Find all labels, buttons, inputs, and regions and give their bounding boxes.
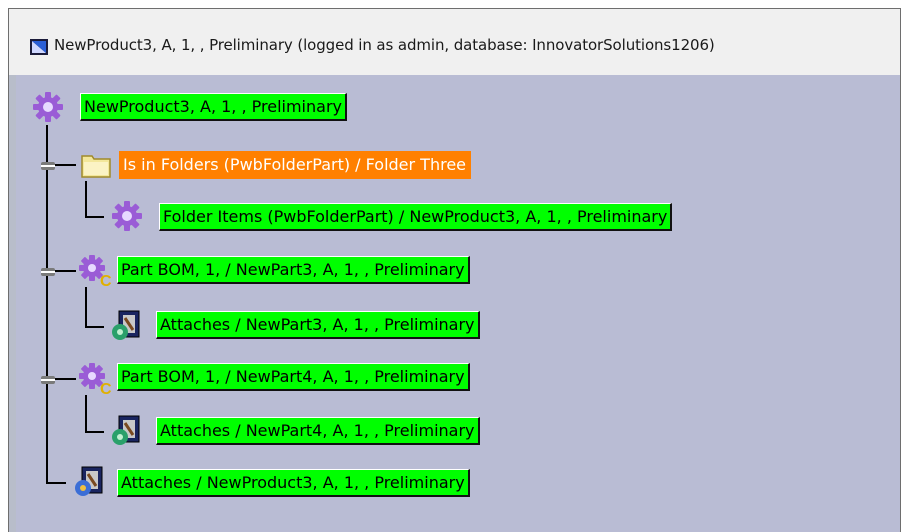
gear-icon xyxy=(112,201,142,231)
folder-icon xyxy=(81,155,111,178)
window-title: NewProduct3, A, 1, , Preliminary (logged… xyxy=(54,36,715,54)
tree-node-attaches-newpart3[interactable]: Attaches / NewPart3, A, 1, , Preliminary xyxy=(156,311,480,339)
tree-node-folder[interactable]: Is in Folders (PwbFolderPart) / Folder T… xyxy=(119,151,472,179)
tree-node-attaches-newproduct3[interactable]: Attaches / NewProduct3, A, 1, , Prelimin… xyxy=(117,469,470,497)
document-icon xyxy=(112,310,140,340)
part-gear-icon: C xyxy=(79,255,112,288)
tree-node-root[interactable]: NewProduct3, A, 1, , Preliminary xyxy=(80,93,347,121)
collapse-toggle-icon[interactable] xyxy=(40,264,56,280)
tree-connector-lines xyxy=(46,125,104,484)
document-icon xyxy=(75,466,103,496)
tree-node-attaches-newpart4[interactable]: Attaches / NewPart4, A, 1, , Preliminary xyxy=(156,417,480,445)
tree-node-folder-items[interactable]: Folder Items (PwbFolderPart) / NewProduc… xyxy=(159,203,673,231)
collapse-toggle-icon[interactable] xyxy=(40,372,56,388)
tree-node-part-bom-2[interactable]: Part BOM, 1, / NewPart4, A, 1, , Prelimi… xyxy=(117,363,470,391)
product-tree-panel[interactable]: NewProduct3, A, 1, , Preliminary Is in F… xyxy=(16,75,900,532)
collapse-toggle-icon[interactable] xyxy=(40,158,56,174)
app-logo-icon xyxy=(30,39,48,55)
app-window: NewProduct3, A, 1, , Preliminary (logged… xyxy=(8,8,901,532)
svg-text:C: C xyxy=(100,273,112,288)
document-icon xyxy=(112,415,140,445)
title-bar: NewProduct3, A, 1, , Preliminary (logged… xyxy=(9,9,900,75)
tree-node-part-bom-1[interactable]: Part BOM, 1, / NewPart3, A, 1, , Prelimi… xyxy=(117,256,470,284)
part-gear-icon: C xyxy=(79,363,112,396)
gear-icon xyxy=(33,92,63,122)
svg-text:C: C xyxy=(100,381,112,396)
